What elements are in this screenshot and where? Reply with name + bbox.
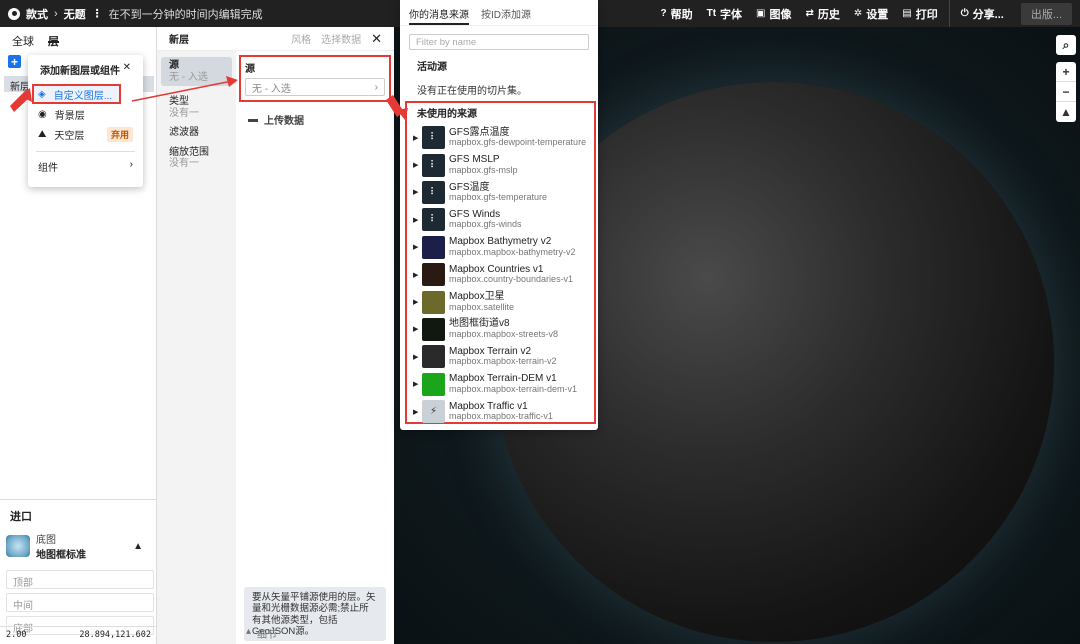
arrow-to-source [131, 80, 233, 102]
annotation-arrows [10, 76, 408, 120]
arrow-to-source-head [226, 76, 238, 87]
